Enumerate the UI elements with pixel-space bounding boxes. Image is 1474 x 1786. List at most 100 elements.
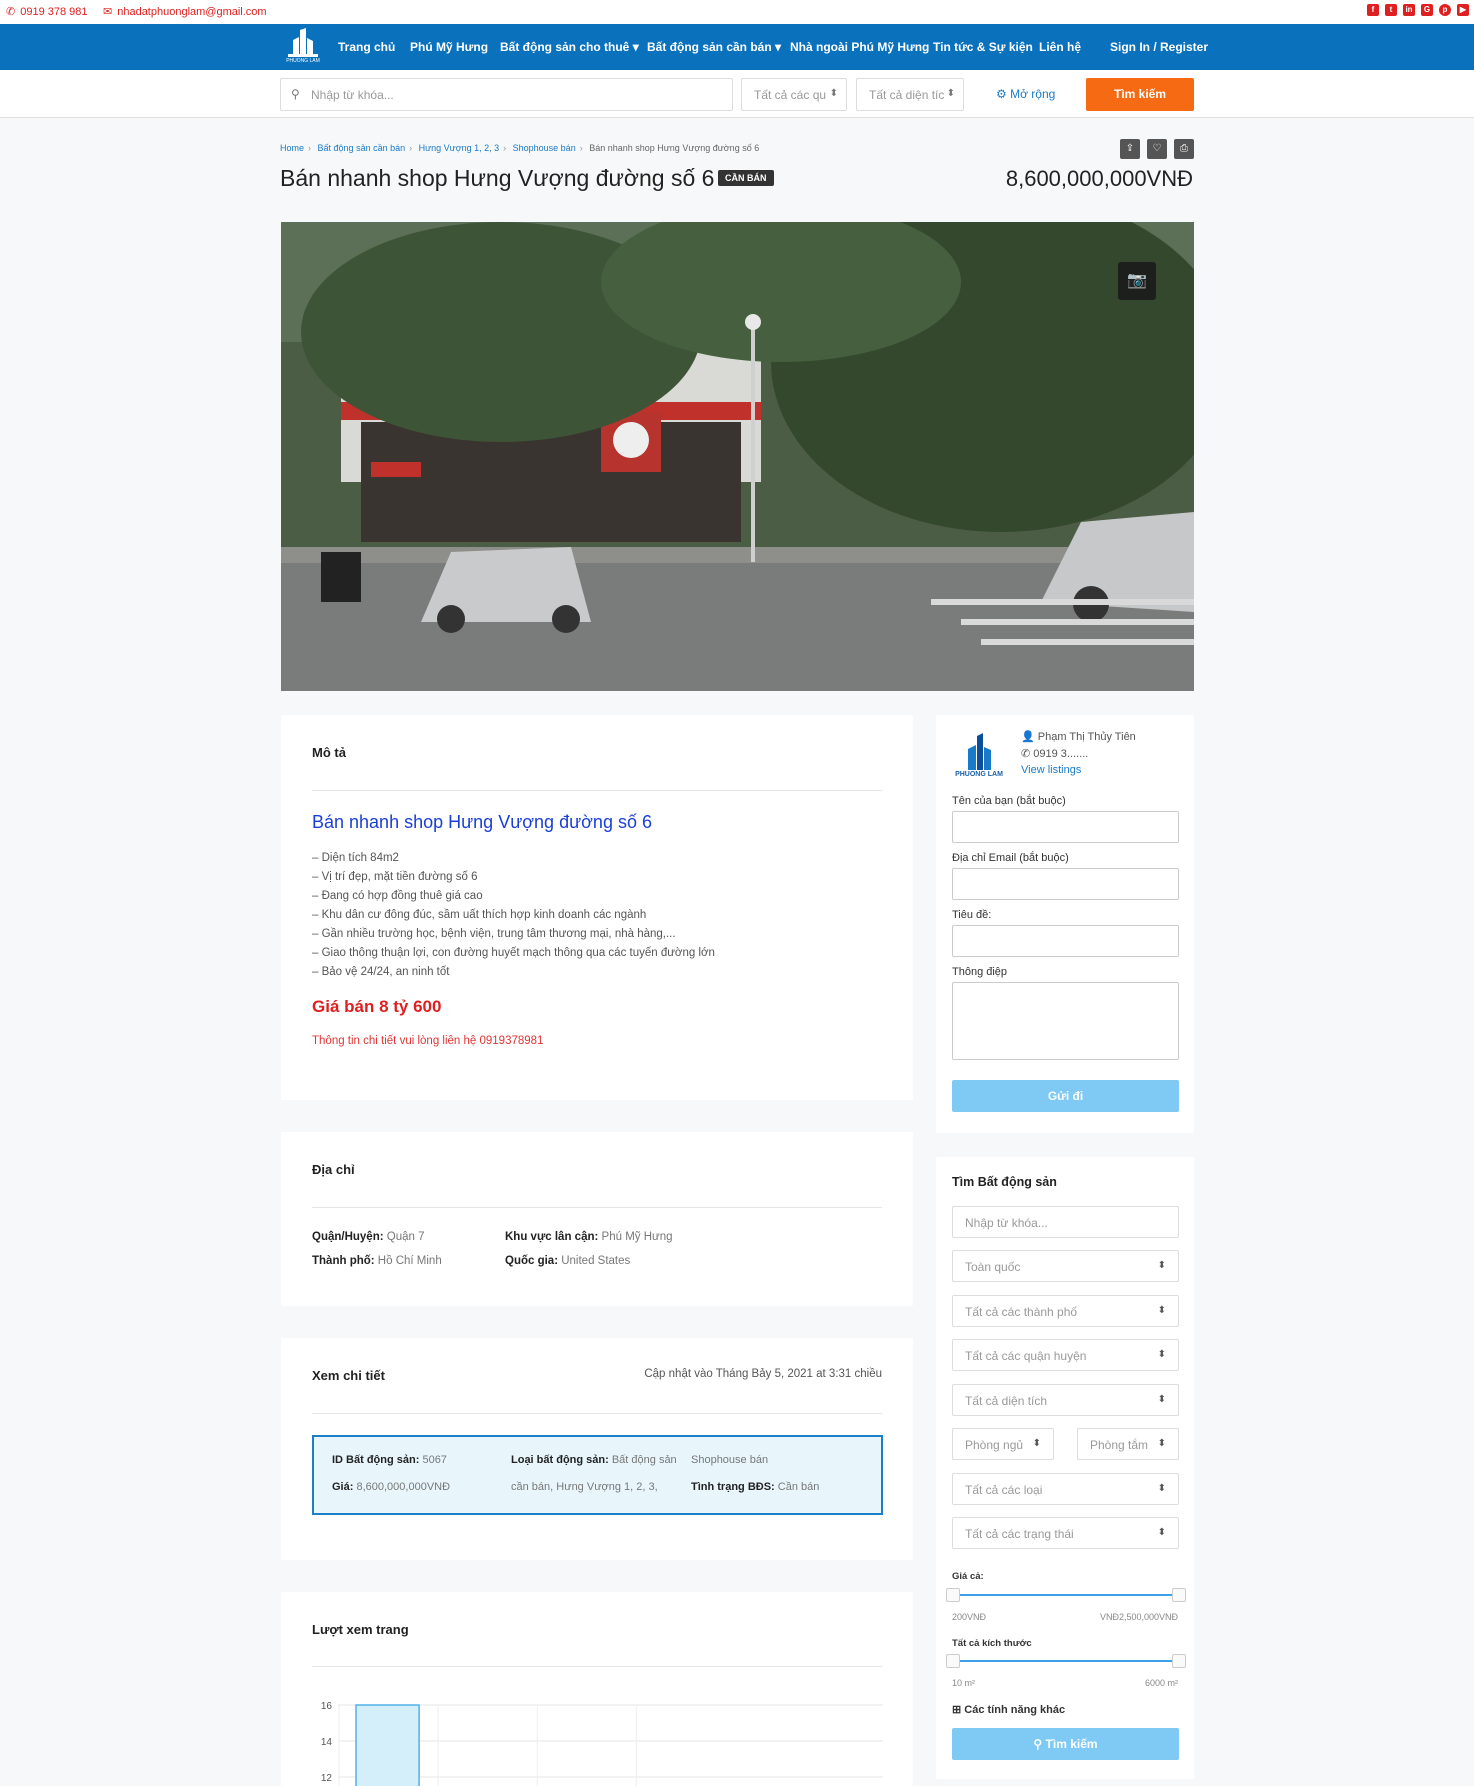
search-input[interactable]: ⚲ Nhập từ khóa... bbox=[280, 78, 733, 111]
widget-heading: Tìm Bất động sản bbox=[952, 1175, 1057, 1189]
facebook-icon[interactable]: f bbox=[1367, 4, 1379, 16]
district-select[interactable]: Tất cả các qu ⬍ bbox=[741, 78, 847, 111]
print-button[interactable]: ⎙ bbox=[1174, 139, 1194, 159]
phone-icon: ✆ bbox=[6, 6, 16, 18]
property-type-cont: cần bán, Hưng Vượng 1, 2, 3, bbox=[511, 1481, 658, 1493]
feature-item: – Diện tích 84m2 bbox=[312, 852, 399, 864]
twitter-icon[interactable]: t bbox=[1385, 4, 1397, 16]
envelope-icon: ✉ bbox=[103, 6, 113, 18]
property-photo[interactable]: 📷 bbox=[281, 222, 1194, 691]
area-row: Khu vực lân cận: Phú Mỹ Hưng bbox=[505, 1231, 673, 1243]
nav-sale[interactable]: Bất động sản cần bán ▾ bbox=[647, 40, 781, 54]
district-row: Quận/Huyện: Quận 7 bbox=[312, 1231, 425, 1243]
breadcrumb-current: Bán nhanh shop Hưng Vượng đường số 6 bbox=[589, 143, 760, 153]
email-label: Địa chỉ Email (bắt buộc) bbox=[952, 852, 1069, 864]
nav-rent[interactable]: Bất động sản cho thuê ▾ bbox=[500, 40, 639, 54]
price-slider-track[interactable] bbox=[952, 1594, 1179, 1596]
description-card: Mô tả Bán nhanh shop Hưng Vượng đường số… bbox=[281, 715, 913, 1100]
send-button[interactable]: Gửi đi bbox=[952, 1080, 1179, 1112]
size-min-handle[interactable] bbox=[946, 1654, 960, 1668]
agent-logo-text: PHUONG LAM bbox=[955, 771, 1003, 778]
signin-link[interactable]: Sign In / Register bbox=[1110, 40, 1208, 54]
main-navbar: PHUONG LAM Trang chủ Phú Mỹ Hưng Bất độn… bbox=[0, 24, 1474, 70]
advanced-search-link[interactable]: ⚙ Mở rộng bbox=[996, 87, 1055, 101]
social-links: f t in G p ▶ bbox=[1367, 4, 1469, 16]
agent-contact-card: PHUONG LAM 👤 Phạm Thị Thủy Tiên ✆ 0919 3… bbox=[936, 715, 1194, 1133]
breadcrumb-sale[interactable]: Bất động sản cần bán bbox=[318, 143, 406, 153]
email-contact[interactable]: ✉ nhadatphuonglam@gmail.com bbox=[103, 5, 267, 19]
sort-arrows-icon: ⬍ bbox=[1157, 1527, 1166, 1538]
linkedin-icon[interactable]: in bbox=[1403, 4, 1415, 16]
area-select[interactable]: Tất cả diện tích ⬍ bbox=[952, 1384, 1179, 1416]
price-min-handle[interactable] bbox=[946, 1588, 960, 1602]
sort-arrows-icon: ⬍ bbox=[1157, 1305, 1166, 1316]
youtube-icon[interactable]: ▶ bbox=[1457, 4, 1469, 16]
updated-date: Cập nhật vào Tháng Bảy 5, 2021 at 3:31 c… bbox=[644, 1368, 882, 1380]
breadcrumb-home[interactable]: Home bbox=[280, 143, 304, 153]
breadcrumb: Home › Bất động sản cần bán › Hưng Vượng 1… bbox=[280, 143, 760, 153]
property-photo-illustration bbox=[281, 222, 1194, 691]
breadcrumb-shophouse[interactable]: Shophouse bán bbox=[513, 143, 576, 153]
type-select[interactable]: Tất cả các loại ⬍ bbox=[952, 1473, 1179, 1505]
price-max: VNĐ2,500,000VNĐ bbox=[1099, 1612, 1178, 1622]
country-select[interactable]: Toàn quốc ⬍ bbox=[952, 1250, 1179, 1282]
message-field[interactable] bbox=[952, 982, 1179, 1060]
bathrooms-select[interactable]: Phòng tắm ⬍ bbox=[1077, 1428, 1179, 1460]
address-card: Địa chỉ Quận/Huyện: Quận 7 Thành phố: Hồ… bbox=[281, 1132, 913, 1306]
city-row: Thành phố: Hồ Chí Minh bbox=[312, 1255, 442, 1267]
subject-field[interactable] bbox=[952, 925, 1179, 957]
sort-arrows-icon: ⬍ bbox=[1157, 1260, 1166, 1271]
size-min: 10 m² bbox=[952, 1678, 976, 1688]
city-select[interactable]: Tất cả các thành phố ⬍ bbox=[952, 1295, 1179, 1327]
email-field[interactable] bbox=[952, 868, 1179, 900]
description-title: Bán nhanh shop Hưng Vượng đường số 6 bbox=[312, 812, 652, 832]
address-heading: Địa chỉ bbox=[312, 1162, 355, 1177]
phone-contact[interactable]: ✆ 0919 378 981 bbox=[6, 5, 88, 19]
building-logo-icon bbox=[288, 28, 318, 57]
search-button[interactable]: Tìm kiếm bbox=[1086, 78, 1194, 111]
name-field[interactable] bbox=[952, 811, 1179, 843]
view-listings-link[interactable]: View listings bbox=[1021, 764, 1081, 776]
favorite-button[interactable]: ♡ bbox=[1147, 139, 1167, 159]
size-slider-track[interactable] bbox=[952, 1660, 1179, 1662]
breadcrumb-hung-vuong[interactable]: Hưng Vượng 1, 2, 3 bbox=[419, 143, 500, 153]
widget-keyword-input[interactable]: Nhập từ khóa... bbox=[952, 1206, 1179, 1238]
nav-news[interactable]: Tin tức & Sự kiện bbox=[933, 40, 1033, 54]
price-max-handle[interactable] bbox=[1172, 1588, 1186, 1602]
widget-search-button[interactable]: ⚲ Tìm kiếm bbox=[952, 1728, 1179, 1760]
sort-arrows-icon: ⬍ bbox=[1032, 1438, 1041, 1449]
page-views-heading: Lượt xem trang bbox=[312, 1622, 409, 1637]
google-plus-icon[interactable]: G bbox=[1421, 4, 1433, 16]
size-max-handle[interactable] bbox=[1172, 1654, 1186, 1668]
nav-outside[interactable]: Nhà ngoài Phú Mỹ Hưng bbox=[790, 40, 929, 54]
size-label: Tất cả kích thước bbox=[952, 1638, 1032, 1649]
caret-down-icon: ▾ bbox=[632, 40, 639, 54]
y-tick-label: 12 bbox=[321, 1773, 333, 1784]
details-box: ID Bất động sản: 5067 Giá: 8,600,000,000… bbox=[312, 1435, 883, 1515]
share-button[interactable]: ⇪ bbox=[1120, 139, 1140, 159]
y-tick-label: 16 bbox=[321, 1701, 333, 1712]
search-icon: ⚲ bbox=[1033, 1737, 1043, 1751]
sort-arrows-icon: ⬍ bbox=[1157, 1438, 1166, 1449]
camera-icon[interactable]: 📷 bbox=[1118, 262, 1156, 300]
district-select[interactable]: Tất cả các quận huyện ⬍ bbox=[952, 1339, 1179, 1371]
status-select[interactable]: Tất cả các trạng thái ⬍ bbox=[952, 1517, 1179, 1549]
nav-contact[interactable]: Liên hệ bbox=[1039, 40, 1081, 54]
top-bar: ✆ 0919 378 981 ✉ nhadatphuonglam@gmail.c… bbox=[0, 0, 1474, 24]
bedrooms-select[interactable]: Phòng ngủ ⬍ bbox=[952, 1428, 1054, 1460]
plus-square-icon: ⊞ bbox=[952, 1704, 962, 1716]
site-logo[interactable]: PHUONG LAM bbox=[282, 28, 324, 66]
area-select[interactable]: Tất cả diện tíc ⬍ bbox=[856, 78, 964, 111]
feature-item: – Khu dân cư đông đúc, sầm uất thích hợp… bbox=[312, 909, 647, 921]
phone-icon: ✆ bbox=[1021, 748, 1031, 760]
sale-price-text: Giá bán 8 tỷ 600 bbox=[312, 997, 442, 1016]
feature-item: – Giao thông thuận lợi, con đường huyết … bbox=[312, 947, 715, 959]
pinterest-icon[interactable]: p bbox=[1439, 4, 1451, 16]
nav-phu-my-hung[interactable]: Phú Mỹ Hưng bbox=[410, 40, 488, 54]
nav-home[interactable]: Trang chủ bbox=[338, 40, 395, 54]
feature-item: – Đang có hợp đồng thuê giá cao bbox=[312, 890, 483, 902]
status-badge: CẦN BÁN bbox=[718, 170, 774, 186]
more-features-toggle[interactable]: ⊞ Các tính năng khác bbox=[952, 1703, 1065, 1716]
feature-item: – Vị trí đẹp, mặt tiền đường số 6 bbox=[312, 871, 478, 883]
listing-price: 8,600,000,000VNĐ bbox=[1005, 166, 1193, 191]
